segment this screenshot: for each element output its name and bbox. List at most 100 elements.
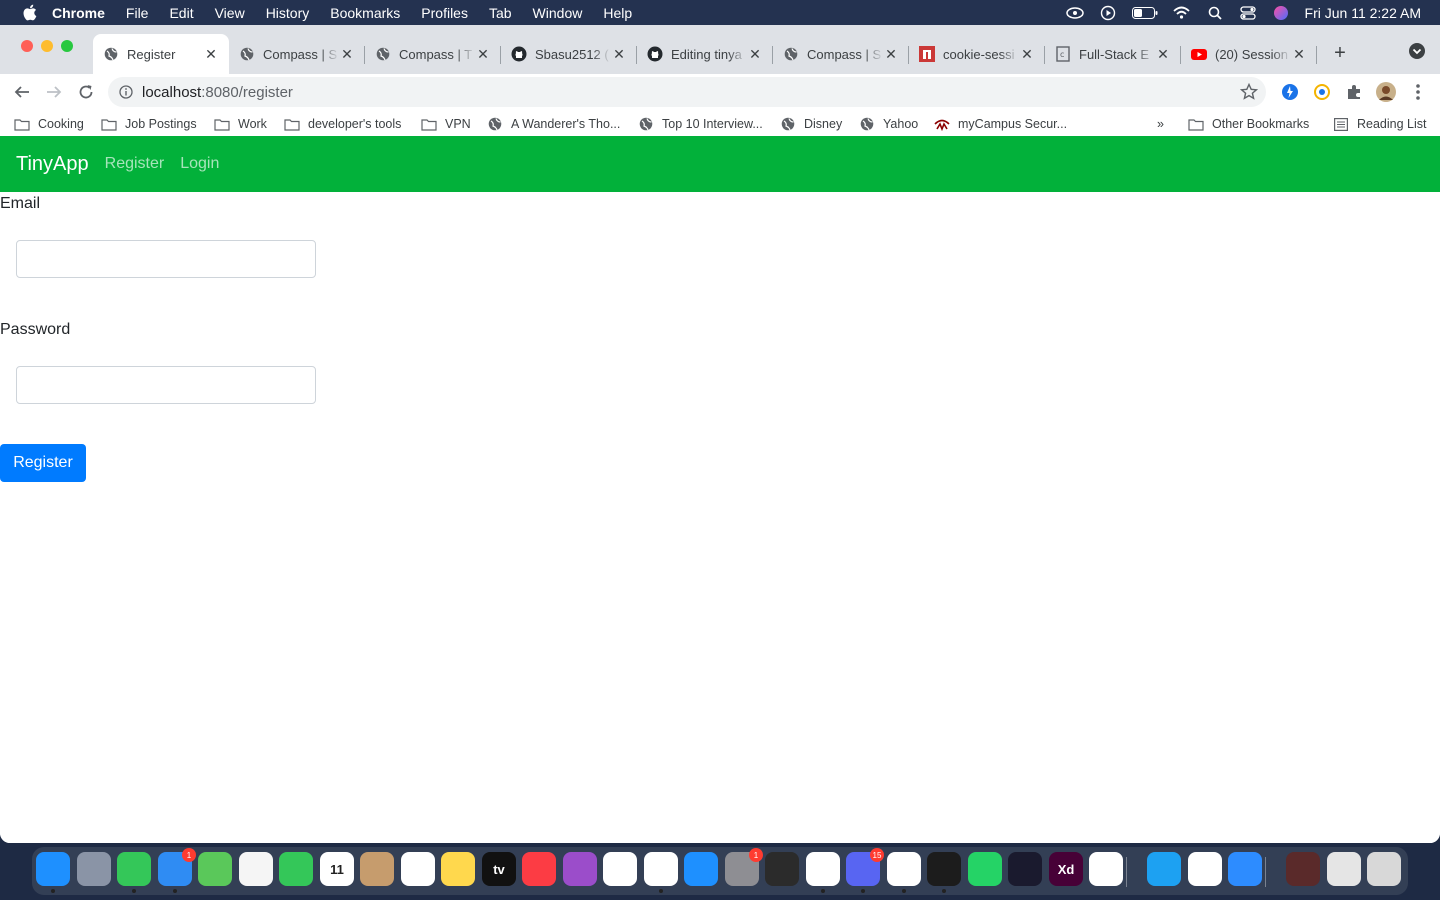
launchpad-icon[interactable]: [77, 852, 111, 886]
profile-avatar[interactable]: [1376, 82, 1396, 102]
image-thumbnail-icon[interactable]: [1286, 852, 1320, 886]
quicktime-icon[interactable]: [765, 852, 799, 886]
menu-bookmarks[interactable]: Bookmarks: [330, 5, 400, 21]
tab-search-icon[interactable]: [1408, 42, 1426, 60]
tab-close-icon[interactable]: ✕: [747, 46, 763, 62]
extensions-puzzle-icon[interactable]: [1344, 82, 1364, 102]
menu-app-name[interactable]: Chrome: [52, 5, 105, 21]
twitter-icon[interactable]: [1147, 852, 1181, 886]
reading-list-button[interactable]: Reading List: [1333, 117, 1427, 131]
music-icon[interactable]: [522, 852, 556, 886]
register-submit-button[interactable]: Register: [0, 444, 86, 482]
email-field[interactable]: [16, 240, 316, 278]
menu-tab[interactable]: Tab: [489, 5, 512, 21]
tab-close-icon[interactable]: ✕: [1155, 46, 1171, 62]
adobe-xd-icon[interactable]: Xd: [1049, 852, 1083, 886]
browser-tab[interactable]: Editing tinya ✕: [637, 34, 773, 74]
bookmark-item[interactable]: Work: [214, 117, 267, 131]
app-brand[interactable]: TinyApp: [16, 153, 89, 176]
menu-history[interactable]: History: [266, 5, 310, 21]
wifi-icon[interactable]: [1173, 6, 1191, 20]
menubar-datetime[interactable]: Fri Jun 11 2:22 AM: [1305, 5, 1421, 21]
bookmark-item[interactable]: A Wanderer's Tho...: [487, 117, 620, 131]
menu-file[interactable]: File: [126, 5, 149, 21]
whatsapp-icon[interactable]: [968, 852, 1002, 886]
menu-view[interactable]: View: [215, 5, 245, 21]
menu-help[interactable]: Help: [603, 5, 632, 21]
siri-icon[interactable]: [1272, 5, 1290, 20]
tab-close-icon[interactable]: ✕: [203, 46, 219, 62]
minimize-window-button[interactable]: [41, 40, 53, 52]
bookmark-item[interactable]: Cooking: [14, 117, 84, 131]
finder-icon[interactable]: [36, 852, 70, 886]
browser-tab[interactable]: Register ✕: [93, 34, 229, 74]
browser-tab[interactable]: (20) Session ✕: [1181, 34, 1317, 74]
spotlight-search-icon[interactable]: [1206, 6, 1224, 20]
bookmark-item[interactable]: Yahoo: [859, 117, 918, 131]
browser-tab[interactable]: Compass | T ✕: [365, 34, 501, 74]
grammar-extension-icon[interactable]: [1312, 82, 1332, 102]
contacts-icon[interactable]: [360, 852, 394, 886]
zoom-icon[interactable]: [1228, 852, 1262, 886]
other-bookmarks-folder[interactable]: Other Bookmarks: [1188, 117, 1309, 131]
photos-icon[interactable]: [239, 852, 273, 886]
tab-close-icon[interactable]: ✕: [1019, 46, 1035, 62]
menu-edit[interactable]: Edit: [169, 5, 193, 21]
creative-cloud-icon[interactable]: [1188, 852, 1222, 886]
bookmark-item[interactable]: VPN: [421, 117, 471, 131]
creative-cloud-status-icon[interactable]: [1065, 6, 1084, 20]
zoom-window-button[interactable]: [61, 40, 73, 52]
nav-login-link[interactable]: Login: [180, 155, 219, 173]
tab-close-icon[interactable]: ✕: [339, 46, 355, 62]
reminders-icon[interactable]: [401, 852, 435, 886]
new-tab-icon[interactable]: +: [1328, 41, 1352, 65]
slack-icon[interactable]: [806, 852, 840, 886]
tab-close-icon[interactable]: ✕: [1291, 46, 1307, 62]
close-window-button[interactable]: [21, 40, 33, 52]
maps-icon[interactable]: [198, 852, 232, 886]
chrome-icon[interactable]: [644, 852, 678, 886]
facetime-icon[interactable]: [279, 852, 313, 886]
browser-tab[interactable]: c Full-Stack E ✕: [1045, 34, 1181, 74]
browser-tab[interactable]: cookie-sessi ✕: [909, 34, 1045, 74]
browser-tab[interactable]: Compass | S ✕: [773, 34, 909, 74]
bookmarks-overflow-button[interactable]: »: [1157, 117, 1164, 131]
discord-icon[interactable]: 15: [846, 848, 884, 886]
reload-icon[interactable]: [76, 82, 96, 102]
site-info-icon[interactable]: [118, 84, 134, 100]
mail-icon[interactable]: 1: [158, 848, 196, 886]
back-arrow-icon[interactable]: [12, 82, 32, 102]
vpn-extension-icon[interactable]: [1280, 82, 1300, 102]
notes-icon[interactable]: [441, 852, 475, 886]
screen-icon[interactable]: [1008, 852, 1042, 886]
terminal-icon[interactable]: [927, 852, 961, 886]
address-bar[interactable]: localhost:8080/register: [108, 77, 1266, 107]
bookmark-item[interactable]: developer's tools: [284, 117, 401, 131]
apple-icon[interactable]: [20, 4, 38, 22]
battery-icon[interactable]: [1131, 6, 1158, 20]
system-preferences-icon[interactable]: 1: [725, 848, 763, 886]
calendar-icon[interactable]: 11: [320, 852, 354, 886]
control-center-icon[interactable]: [1239, 5, 1257, 20]
bookmark-item[interactable]: Job Postings: [101, 117, 197, 131]
messenger-icon[interactable]: [1089, 852, 1123, 886]
podcasts-icon[interactable]: [563, 852, 597, 886]
play-status-icon[interactable]: [1099, 5, 1117, 20]
tab-close-icon[interactable]: ✕: [611, 46, 627, 62]
news-icon[interactable]: [603, 852, 637, 886]
bookmark-item[interactable]: myCampus Secur...: [934, 117, 1067, 131]
chrome-menu-icon[interactable]: [1408, 82, 1428, 102]
messages-icon[interactable]: [117, 852, 151, 886]
menu-window[interactable]: Window: [533, 5, 583, 21]
bookmark-star-icon[interactable]: [1239, 82, 1259, 101]
vscode-icon[interactable]: [887, 852, 921, 886]
bookmark-item[interactable]: Disney: [780, 117, 842, 131]
browser-tab[interactable]: Compass | S ✕: [229, 34, 365, 74]
downloads-stack-icon[interactable]: [1327, 852, 1361, 886]
tab-close-icon[interactable]: ✕: [475, 46, 491, 62]
forward-arrow-icon[interactable]: [44, 82, 64, 102]
trash-icon[interactable]: [1367, 852, 1401, 886]
appstore-icon[interactable]: [684, 852, 718, 886]
password-field[interactable]: [16, 366, 316, 404]
appletv-icon[interactable]: tv: [482, 852, 516, 886]
